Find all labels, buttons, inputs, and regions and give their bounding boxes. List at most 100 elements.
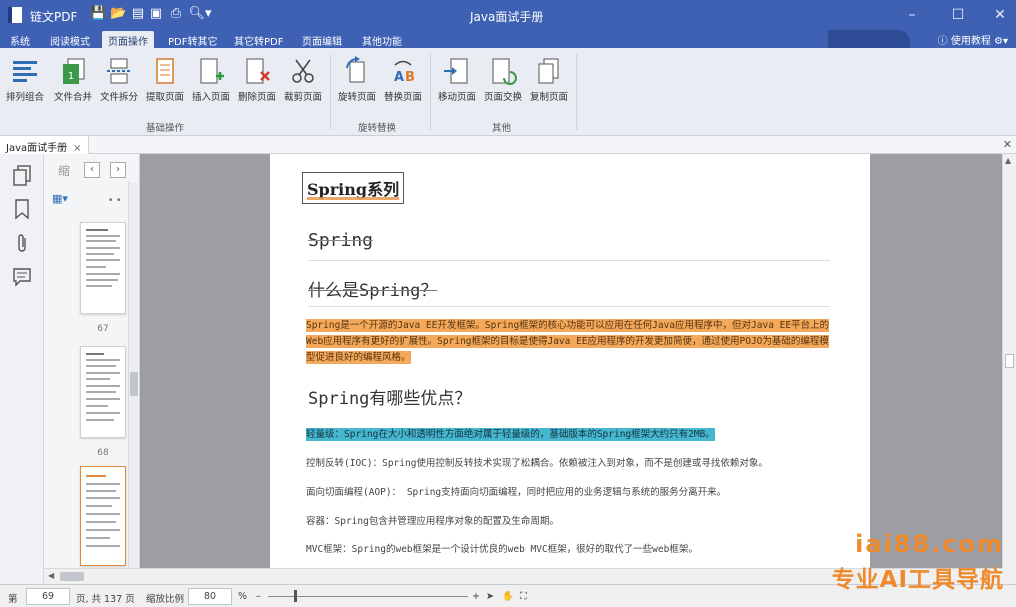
watermark-domain: iai88.com <box>855 530 1004 558</box>
title-bar: 链文PDF 💾 📂 ▤ ▣ ⎙ 🔍︎▾ Java面试手册 – ☐ ✕ <box>0 0 1016 30</box>
comment-icon[interactable] <box>12 266 32 288</box>
copy-page-label: 复制页面 <box>529 92 568 103</box>
group-label-basic: 基础操作 <box>146 123 185 134</box>
group-separator <box>330 54 331 130</box>
maximize-icon[interactable]: ☐ <box>946 5 970 25</box>
tab-other-functions[interactable]: 其他功能 <box>356 31 408 48</box>
page-thumbnail[interactable] <box>80 346 126 438</box>
fit-page-icon[interactable]: ⛶ <box>520 591 527 602</box>
crop-page-label: 裁剪页面 <box>283 92 322 103</box>
move-page-button[interactable]: 移动页面 <box>434 52 480 108</box>
help-area[interactable]: ⓘ 使用教程 ⚙▾ <box>938 32 1008 47</box>
open-folder-icon[interactable]: 📂 <box>110 6 126 22</box>
replace-page-button[interactable]: AB 替换页面 <box>380 52 426 108</box>
rotate-page-button[interactable]: 旋转页面 <box>334 52 380 108</box>
sort-merge-button[interactable]: 排列组合 <box>2 52 48 108</box>
rotate-page-icon <box>346 56 365 83</box>
svg-text:B: B <box>405 70 415 85</box>
section-title: Spring系列 <box>302 172 405 204</box>
file-merge-button[interactable]: 1 文件合并 <box>50 52 96 108</box>
help-link[interactable]: 使用教程 <box>951 36 991 47</box>
insert-page-button[interactable]: 插入页面 <box>188 52 234 108</box>
thumbnail-pane: 缩 ‹ › ▦▾ • • 67 68 <box>44 154 140 584</box>
sort-merge-label: 排列组合 <box>5 92 44 103</box>
thumbnail-scrollbar[interactable] <box>128 182 138 580</box>
select-cursor-icon[interactable]: ➤ <box>486 591 494 602</box>
zoom-out-icon[interactable]: – <box>256 591 261 602</box>
thumb-next-icon[interactable]: › <box>110 162 126 178</box>
document-tab[interactable]: Java面试手册 × <box>0 136 89 154</box>
file-split-button[interactable]: 文件拆分 <box>96 52 142 108</box>
scroll-left-icon[interactable]: ◀ <box>48 571 54 580</box>
extract-page-icon <box>156 58 174 84</box>
close-icon[interactable]: ✕ <box>988 5 1012 25</box>
copy-page-icon <box>538 58 559 84</box>
document-view[interactable]: Spring系列 Spring 什么是Spring？ Spring是一个开源的J… <box>140 154 1002 568</box>
advantage-aop: 面向切面编程(AOP)： Spring支持面向切面编程，同时把应用的业务逻辑与系… <box>306 487 727 498</box>
thumbnail-header: 缩 <box>58 164 71 178</box>
tab-system[interactable]: 系统 <box>4 31 36 48</box>
minimize-icon[interactable]: – <box>900 5 924 25</box>
rotate-page-label: 旋转页面 <box>337 92 376 103</box>
attachment-icon[interactable] <box>12 232 32 254</box>
zoom-slider-knob[interactable] <box>294 590 297 602</box>
save-as-icon[interactable]: ▣ <box>148 6 164 22</box>
window-title: Java面试手册 <box>470 10 544 24</box>
extract-page-button[interactable]: 提取页面 <box>142 52 188 108</box>
watermark: iai88.com 专业AI工具导航 <box>832 530 1004 594</box>
crop-page-button[interactable]: 裁剪页面 <box>280 52 326 108</box>
heading-spring: Spring <box>308 230 374 251</box>
paragraph-spring-intro: Spring是一个开源的Java EE开发框架。Spring框架的核心功能可以应… <box>306 319 830 364</box>
tab-pdf-to-other[interactable]: PDF转其它 <box>162 31 223 48</box>
copy-page-button[interactable]: 复制页面 <box>526 52 572 108</box>
tab-page-operations[interactable]: 页面操作 <box>102 31 154 48</box>
swap-page-label: 页面交换 <box>483 92 522 103</box>
heading-rule <box>308 260 830 261</box>
page-thumbnail[interactable] <box>80 222 126 314</box>
swap-page-button[interactable]: 页面交换 <box>480 52 526 108</box>
insert-page-label: 插入页面 <box>191 92 230 103</box>
tab-reading-mode[interactable]: 阅读模式 <box>44 31 96 48</box>
zoom-slider-track[interactable] <box>268 596 468 597</box>
thumbnail-scroll-thumb[interactable] <box>130 372 138 396</box>
advantage-ioc: 控制反转(IOC)：Spring使用控制反转技术实现了松耦合。依赖被注入到对象，… <box>306 458 768 469</box>
replace-page-label: 替换页面 <box>383 92 422 103</box>
print-preview-icon[interactable]: ▤ <box>130 6 146 22</box>
advantage-mvc: MVC框架：Spring的web框架是一个设计优良的web MVC框架，很好的取… <box>306 544 698 555</box>
swap-page-icon <box>492 58 517 85</box>
bookmark-icon[interactable] <box>12 198 32 220</box>
save-icon[interactable]: 💾 <box>90 6 106 22</box>
scroll-up-icon[interactable]: ▲ <box>1005 156 1011 165</box>
zoom-dropdown-icon[interactable]: 🔍︎▾ <box>188 6 212 22</box>
document-vertical-scrollbar[interactable]: ▲ <box>1002 154 1016 568</box>
group-separator <box>576 54 577 130</box>
horizontal-scroll-thumb[interactable] <box>60 572 84 581</box>
tab-other-to-pdf[interactable]: 其它转PDF <box>228 31 289 48</box>
thumbnail-page-number: 68 <box>97 448 109 458</box>
zoom-input[interactable]: 80 <box>188 588 232 605</box>
info-icon: ⓘ <box>937 36 948 47</box>
delete-page-button[interactable]: 删除页面 <box>234 52 280 108</box>
group-label-other: 其他 <box>492 123 512 134</box>
print-icon[interactable]: ⎙ <box>168 6 184 22</box>
hand-tool-icon[interactable]: ✋ <box>502 591 514 602</box>
pages-icon[interactable] <box>12 164 32 186</box>
close-tab-icon[interactable]: × <box>73 143 81 154</box>
tab-page-edit[interactable]: 页面编辑 <box>296 31 348 48</box>
document-scroll-thumb[interactable] <box>1005 354 1014 368</box>
zoom-in-icon[interactable]: + <box>472 591 480 602</box>
current-page-input[interactable]: 69 <box>26 588 70 605</box>
ribbon-toolbar: 排列组合 1 文件合并 文件拆分 提取页面 插入页面 删除页面 裁剪页面 旋转页… <box>0 48 1016 136</box>
settings-icon[interactable]: ⚙▾ <box>994 36 1008 47</box>
thumb-prev-icon[interactable]: ‹ <box>84 162 100 178</box>
thumbnail-view-icon[interactable]: ▦▾ <box>52 192 68 205</box>
file-merge-icon: 1 <box>63 58 85 84</box>
page-thumbnail-current[interactable] <box>80 466 126 566</box>
sort-merge-icon <box>13 61 37 82</box>
pdf-page: Spring系列 Spring 什么是Spring？ Spring是一个开源的J… <box>270 154 870 568</box>
more-options-icon[interactable]: • • <box>108 196 121 206</box>
close-all-icon[interactable]: ✕ <box>1003 138 1012 151</box>
thumbnail-page-number: 67 <box>97 324 109 334</box>
svg-text:A: A <box>394 70 404 85</box>
insert-page-icon <box>200 58 224 84</box>
